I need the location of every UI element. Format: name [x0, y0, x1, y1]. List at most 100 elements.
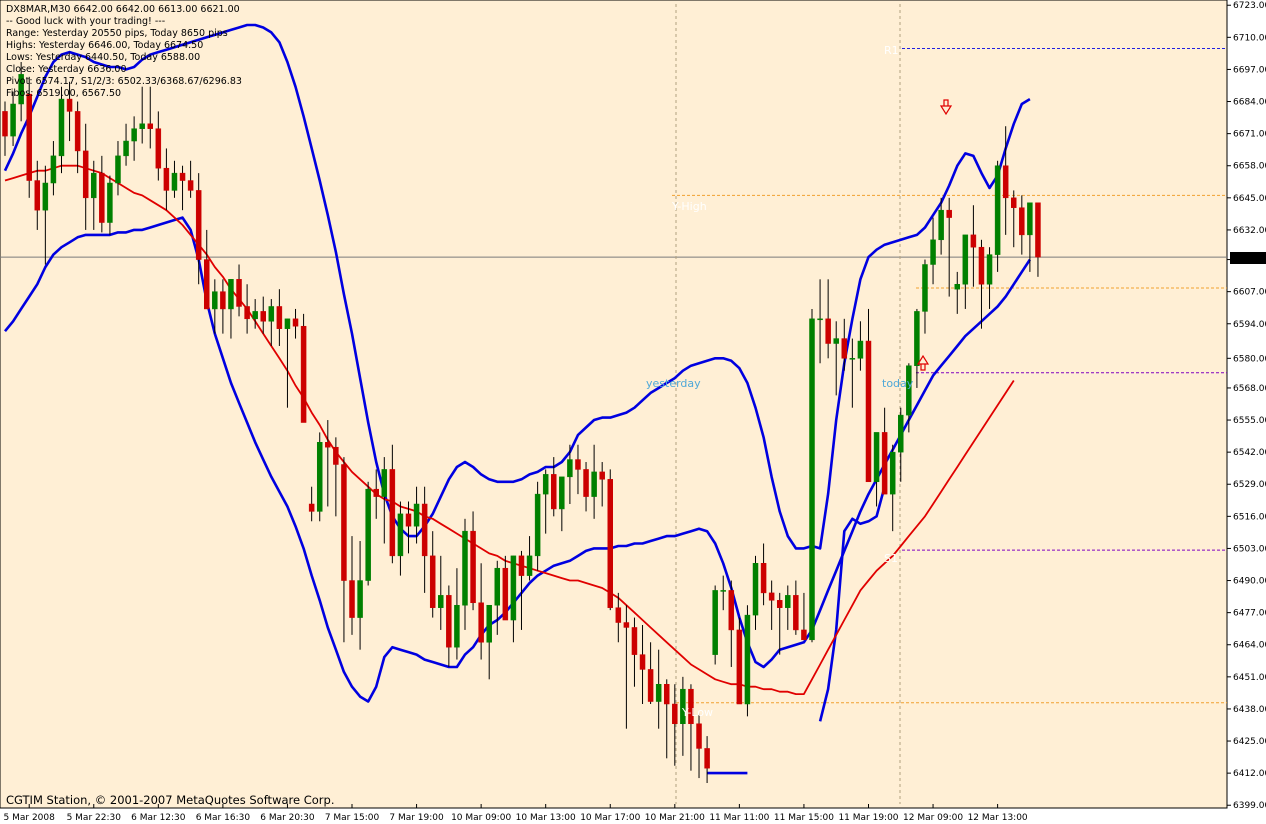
- candle-body: [2, 111, 8, 137]
- y-tick-label: 6710.00: [1233, 33, 1266, 43]
- candle-body: [591, 471, 597, 497]
- x-tick-label: 5 Mar 2008: [4, 813, 56, 823]
- candle-body: [615, 607, 622, 623]
- candle-body: [542, 474, 549, 495]
- candle-body: [381, 469, 388, 497]
- candle-body: [163, 167, 170, 191]
- candle-body: [744, 614, 751, 705]
- candle-body: [333, 446, 339, 465]
- candle-body: [510, 555, 517, 621]
- candle-body: [1019, 207, 1025, 236]
- candle-body: [526, 555, 533, 576]
- x-tick-label: 5 Mar 22:30: [67, 813, 122, 823]
- header-line-6: Pivot: 6574.17, S1/2/3: 6502.33/6368.67/…: [6, 76, 242, 87]
- candle-body: [470, 530, 476, 604]
- candle-body: [34, 180, 41, 211]
- candle-body: [1002, 165, 1009, 199]
- copyright-text: CGTIM Station, © 2001-2007 MetaQuotes So…: [6, 793, 334, 807]
- candle-body: [663, 683, 670, 705]
- x-tick-label: 10 Mar 13:00: [516, 813, 576, 823]
- x-tick-label: 12 Mar 13:00: [968, 813, 1028, 823]
- y-tick-label: 6490.00: [1233, 577, 1266, 587]
- candle-body: [647, 669, 654, 702]
- candle-body: [898, 414, 904, 453]
- candle-body: [1011, 197, 1017, 208]
- candle-body: [413, 503, 420, 527]
- candle-body: [631, 627, 638, 655]
- candle-body: [962, 234, 969, 285]
- candle-body: [446, 595, 452, 648]
- candle-body: [82, 150, 89, 199]
- candle-body: [930, 239, 936, 265]
- y-tick-label: 6451.00: [1233, 673, 1266, 683]
- candle-body: [325, 442, 331, 448]
- candle-body: [994, 165, 1001, 255]
- candle-body: [567, 459, 573, 478]
- candle-body: [672, 703, 678, 725]
- candle-body: [712, 590, 718, 655]
- candle-body: [212, 291, 218, 310]
- x-tick-label: 10 Mar 09:00: [451, 813, 511, 823]
- candle-body: [1027, 202, 1033, 236]
- candle-body: [179, 172, 186, 181]
- candle-body: [776, 600, 783, 608]
- header-line-2: Range: Yesterday 20550 pips, Today 8650 …: [6, 28, 228, 39]
- candle-body: [139, 123, 145, 129]
- marker-y-high: Y-High: [671, 200, 707, 213]
- y-tick-label: 6529.00: [1233, 480, 1266, 490]
- candle-body: [268, 306, 275, 322]
- candle-body: [341, 464, 347, 581]
- candle-body: [276, 306, 283, 329]
- y-tick-label: 6555.00: [1233, 416, 1266, 426]
- y-tick-label: 6594.00: [1233, 320, 1266, 330]
- candle-body: [462, 530, 468, 606]
- candle-body: [768, 592, 775, 601]
- candlestick-chart[interactable]: 6723.00 6710.00 6697.00 6684.00 6671.00 6658.…: [0, 0, 1266, 824]
- x-tick-label: 10 Mar 17:00: [580, 813, 640, 823]
- candle-body: [107, 182, 113, 223]
- y-tick-label: 6464.00: [1233, 641, 1266, 651]
- x-tick-label: 6 Mar 16:30: [196, 813, 251, 823]
- candle-body: [1035, 202, 1041, 258]
- candle-body: [66, 98, 73, 112]
- candle-body: [865, 340, 872, 483]
- candle-body: [938, 209, 944, 241]
- candle-body: [131, 128, 137, 142]
- candle-body: [607, 479, 613, 608]
- candle-body: [534, 493, 541, 557]
- candle-body: [785, 595, 791, 608]
- candle-body: [42, 182, 49, 211]
- candle-body: [841, 338, 848, 359]
- header-line-4: Lows: Yesterday 6440.50, Today 6588.00: [6, 52, 200, 63]
- candle-body: [559, 476, 565, 510]
- y-tick-label: 6516.00: [1233, 512, 1266, 522]
- y-tick-label: 6438.00: [1233, 705, 1266, 715]
- current-price-label: 6621.00: [1232, 254, 1266, 264]
- header-line-5: Close: Yesterday 6636.00: [6, 64, 127, 75]
- candle-body: [58, 98, 65, 157]
- candle-body: [801, 629, 807, 641]
- candle-body: [389, 469, 396, 557]
- candle-body: [365, 488, 371, 581]
- candle-body: [99, 172, 105, 223]
- candle-body: [10, 103, 16, 137]
- candle-body: [171, 172, 178, 191]
- x-tick-label: 7 Mar 19:00: [389, 813, 444, 823]
- candle-body: [583, 469, 589, 497]
- x-tick-label: 11 Mar 15:00: [774, 813, 834, 823]
- y-tick-label: 6425.00: [1233, 737, 1266, 747]
- candle-body: [575, 459, 581, 470]
- candle-body: [881, 432, 888, 495]
- candle-body: [220, 291, 226, 310]
- y-tick-label: 6399.00: [1233, 801, 1266, 811]
- candle-body: [551, 474, 557, 510]
- marker-y-low: Y-Low: [681, 706, 713, 719]
- candle-body: [639, 654, 646, 670]
- y-tick-label: 6684.00: [1233, 98, 1266, 108]
- candle-body: [349, 580, 355, 618]
- marker-today: today: [882, 377, 914, 390]
- candle-body: [914, 311, 920, 366]
- chart-root: 6723.00 6710.00 6697.00 6684.00 6671.00 6658.…: [0, 0, 1266, 824]
- x-tick-label: 7 Mar 15:00: [325, 813, 380, 823]
- candle-body: [736, 629, 743, 705]
